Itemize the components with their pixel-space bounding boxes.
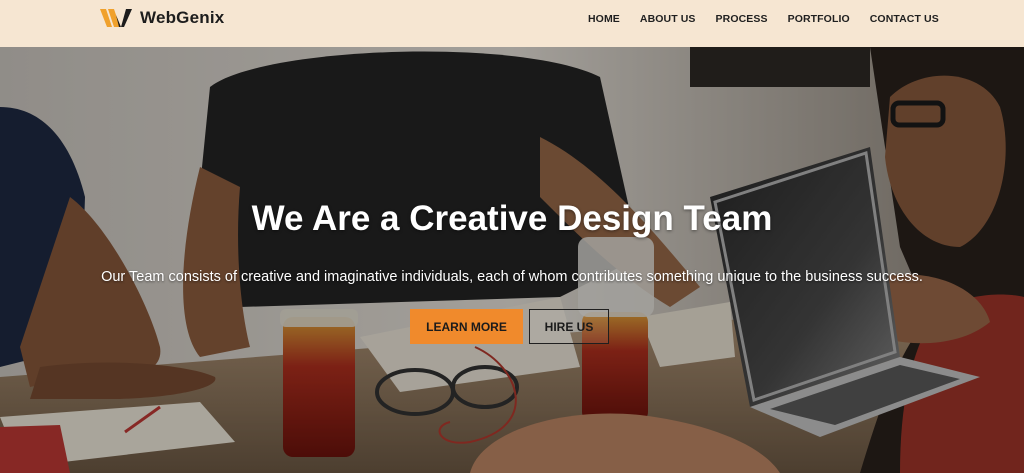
brand-logo[interactable]: WebGenix (100, 7, 224, 29)
main-nav: HOME ABOUT US PROCESS PORTFOLIO CONTACT … (588, 13, 939, 25)
nav-item-process[interactable]: PROCESS (716, 13, 768, 25)
hire-us-button[interactable]: HIRE US (529, 309, 609, 344)
hero-subtitle: Our Team consists of creative and imagin… (101, 269, 923, 285)
site-header: WebGenix HOME ABOUT US PROCESS PORTFOLIO… (0, 0, 1024, 47)
wg-logo-icon (100, 7, 132, 29)
brand-name: WebGenix (140, 8, 225, 27)
nav-item-home[interactable]: HOME (588, 13, 620, 25)
nav-item-about-us[interactable]: ABOUT US (640, 13, 696, 25)
hero-dark-overlay (0, 47, 1024, 473)
learn-more-button[interactable]: LEARN MORE (410, 309, 523, 344)
nav-item-contact-us[interactable]: CONTACT US (870, 13, 939, 25)
nav-item-portfolio[interactable]: PORTFOLIO (788, 13, 850, 25)
hero-section: We Are a Creative Design Team Our Team c… (0, 47, 1024, 473)
hero-title: We Are a Creative Design Team (251, 199, 773, 238)
